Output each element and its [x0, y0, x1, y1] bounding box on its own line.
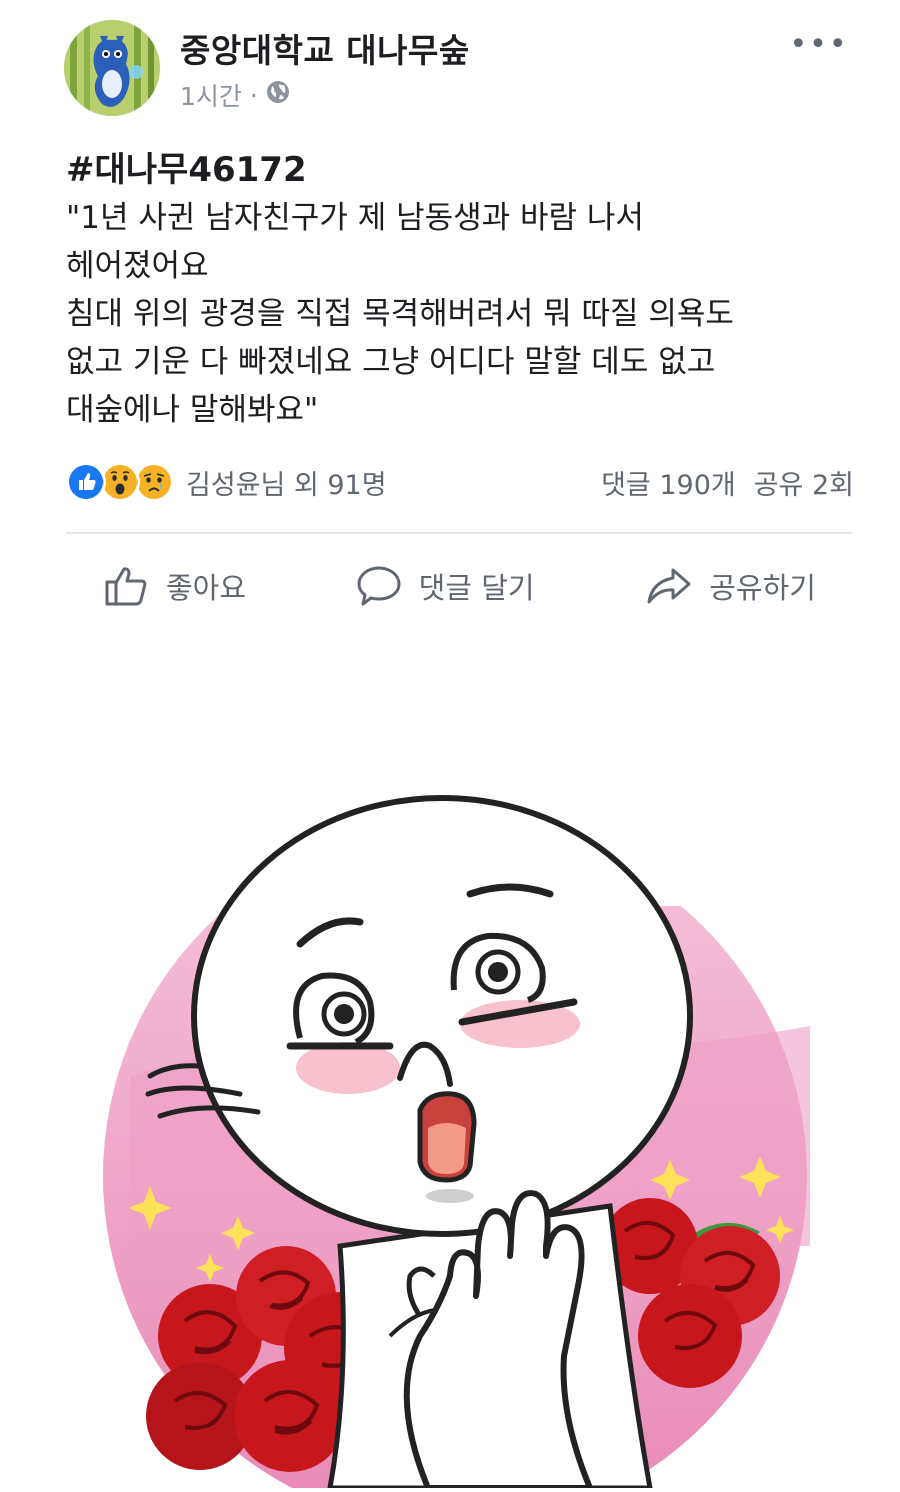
thumbs-up-icon	[102, 562, 150, 610]
comment-count[interactable]: 댓글 190개	[601, 463, 736, 502]
like-reaction-icon	[66, 462, 106, 502]
like-button[interactable]: 좋아요	[66, 556, 282, 616]
page-name[interactable]: 중앙대학교 대나무숲	[180, 24, 470, 72]
divider	[66, 532, 852, 534]
more-horizontal-icon: •••	[789, 26, 849, 62]
action-bar: 좋아요 댓글 달기 공유하기	[66, 556, 852, 616]
comment-bubble-icon	[355, 562, 403, 610]
page-avatar[interactable]	[64, 20, 160, 116]
wow-reaction-icon	[100, 462, 140, 502]
post-text-line: 침대 위의 광경을 직접 목격해버려서 뭐 따질 의욕도	[66, 296, 734, 332]
sticker-image[interactable]	[90, 776, 830, 1492]
post-time[interactable]: 1시간	[180, 77, 242, 113]
share-count[interactable]: 공유 2회	[754, 463, 854, 502]
share-arrow-icon	[643, 562, 693, 610]
meta-separator: ·	[249, 80, 258, 110]
more-options-button[interactable]: •••	[789, 26, 846, 62]
post-meta: 1시간 ·	[180, 78, 290, 112]
facebook-post: 중앙대학교 대나무숲 1시간 · ••• #대나무46172 "1년 사귄 남자…	[0, 0, 900, 1492]
share-label: 공유하기	[709, 571, 816, 605]
comment-label: 댓글 달기	[418, 571, 535, 605]
share-button[interactable]: 공유하기	[607, 556, 852, 616]
comment-button[interactable]: 댓글 달기	[319, 556, 571, 616]
engagement-counts: 댓글 190개 공유 2회	[601, 460, 854, 504]
post-text-line: "1년 사귄 남자친구가 제 남동생과 바람 나서	[66, 200, 644, 236]
globe-icon	[266, 80, 290, 110]
reaction-count[interactable]: 김성윤님 외 91명	[186, 463, 387, 502]
post-text-line: 헤어졌어요	[66, 248, 209, 284]
post-text-line: 대숲에나 말해봐요"	[66, 392, 319, 428]
like-label: 좋아요	[166, 571, 247, 605]
reactions-summary[interactable]: 김성윤님 외 91명	[66, 460, 387, 504]
post-text-line: 없고 기운 다 빠졌네요 그냥 어디다 말할 데도 없고	[66, 344, 716, 380]
post-hashtag[interactable]: #대나무46172	[66, 146, 866, 194]
sad-reaction-icon	[134, 462, 174, 502]
post-body: #대나무46172 "1년 사귄 남자친구가 제 남동생과 바람 나서 헤어졌어…	[66, 146, 866, 434]
